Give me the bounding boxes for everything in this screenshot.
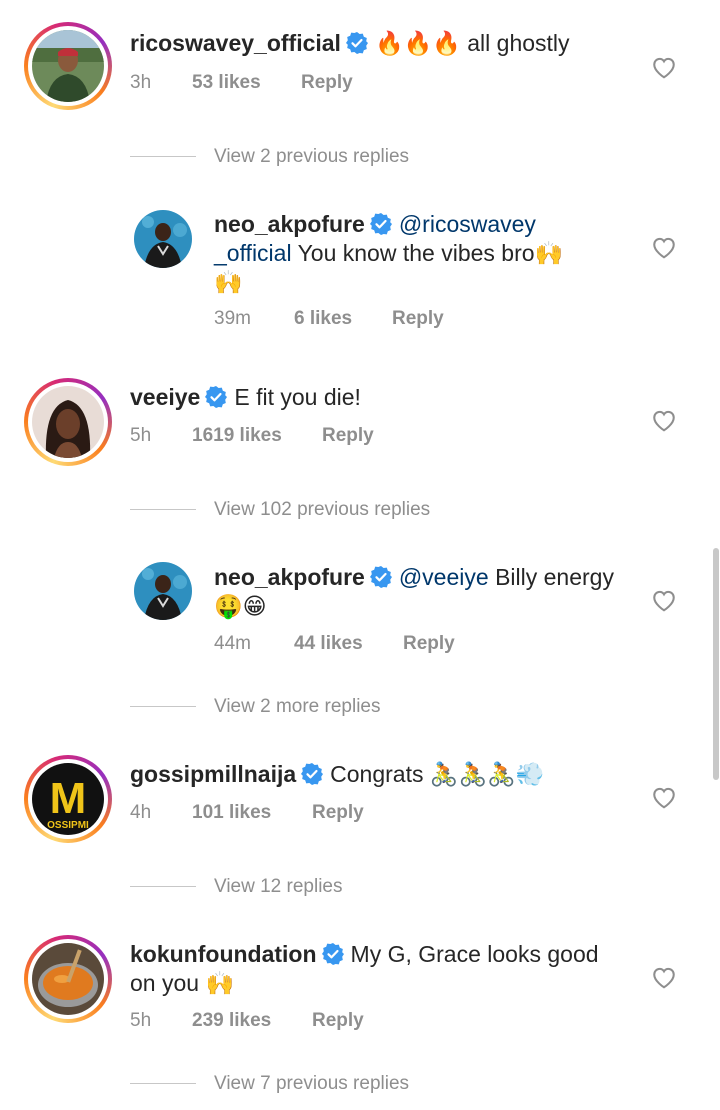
view-replies-link[interactable]: View 2 previous replies <box>130 146 409 168</box>
comment-meta: 4h 101 likes Reply <box>130 802 364 824</box>
heart-icon[interactable] <box>651 588 677 612</box>
reply-body: neo_akpofure @veeiye Billy energy 🤑😁 <box>214 563 634 621</box>
comment-body: gossipmillnaija Congrats 🚴🚴🚴💨 <box>130 760 630 789</box>
divider-line <box>130 886 196 888</box>
verified-badge-icon <box>205 386 228 408</box>
comment-time: 39m <box>214 308 251 329</box>
man-outdoors-avatar-icon <box>32 30 104 102</box>
verified-badge-icon <box>301 763 324 785</box>
heart-icon[interactable] <box>651 785 677 809</box>
divider-line <box>130 509 196 511</box>
view-replies-link[interactable]: View 102 previous replies <box>130 499 430 521</box>
reply-button[interactable]: Reply <box>312 802 364 824</box>
likes-count[interactable]: 239 likes <box>192 1010 312 1032</box>
view-replies-link[interactable]: View 12 replies <box>130 876 343 898</box>
divider-line <box>130 706 196 708</box>
comment-time: 4h <box>130 802 152 823</box>
scrollbar[interactable] <box>713 548 719 780</box>
gossipmill-logo-icon: M OSSIPMI <box>32 763 104 835</box>
reply-button[interactable]: Reply <box>312 1010 364 1032</box>
verified-badge-icon <box>345 32 368 54</box>
logo-text: OSSIPMI <box>47 820 89 831</box>
avatar[interactable] <box>24 935 112 1023</box>
comment-text: 🔥🔥🔥 all ghostly <box>374 30 570 56</box>
likes-count[interactable]: 1619 likes <box>192 425 322 447</box>
woman-avatar-icon <box>32 386 104 458</box>
reply-button[interactable]: Reply <box>322 425 374 447</box>
man-water-avatar-icon[interactable] <box>134 210 192 268</box>
username[interactable]: neo_akpofure <box>214 564 365 590</box>
username[interactable]: kokunfoundation <box>130 941 317 967</box>
likes-count[interactable]: 44 likes <box>294 633 403 655</box>
divider-line <box>130 1083 196 1085</box>
avatar[interactable] <box>24 22 112 110</box>
reply-body: neo_akpofure @ricoswavey _official You kn… <box>214 210 594 297</box>
likes-count[interactable]: 53 likes <box>192 72 301 94</box>
likes-count[interactable]: 6 likes <box>294 308 392 330</box>
man-water-avatar-icon[interactable] <box>134 562 192 620</box>
avatar[interactable]: M OSSIPMI <box>24 755 112 843</box>
view-replies-link[interactable]: View 2 more replies <box>130 696 381 718</box>
heart-icon[interactable] <box>651 235 677 259</box>
likes-count[interactable]: 101 likes <box>192 802 312 824</box>
heart-icon[interactable] <box>651 965 677 989</box>
comment-body: kokunfoundation My G, Grace looks good on… <box>130 940 630 998</box>
verified-badge-icon <box>321 943 344 965</box>
verified-badge-icon <box>369 213 392 235</box>
comment-text: Congrats 🚴🚴🚴💨 <box>330 761 545 787</box>
comment-meta: 44m 44 likes Reply <box>214 633 455 655</box>
username[interactable]: veeiye <box>130 384 200 410</box>
divider-line <box>130 156 196 158</box>
comment-time: 5h <box>130 425 152 446</box>
reply-button[interactable]: Reply <box>301 72 353 94</box>
comment-meta: 3h 53 likes Reply <box>130 72 353 94</box>
comment-meta: 5h 239 likes Reply <box>130 1010 364 1032</box>
reply-button[interactable]: Reply <box>392 308 444 330</box>
heart-icon[interactable] <box>651 408 677 432</box>
reply-button[interactable]: Reply <box>403 633 455 655</box>
view-replies-link[interactable]: View 7 previous replies <box>130 1073 409 1095</box>
comment-text: E fit you die! <box>234 384 361 410</box>
verified-badge-icon <box>369 566 392 588</box>
username[interactable]: ricoswavey_official <box>130 30 341 56</box>
mention-link[interactable]: @veeiye <box>399 564 489 590</box>
username[interactable]: neo_akpofure <box>214 211 365 237</box>
comment-body: veeiye E fit you die! <box>130 383 630 412</box>
comment-time: 44m <box>214 633 251 654</box>
comment-meta: 39m 6 likes Reply <box>214 308 444 330</box>
food-pot-avatar-icon <box>32 943 104 1015</box>
username[interactable]: gossipmillnaija <box>130 761 296 787</box>
comment-time: 3h <box>130 72 152 93</box>
comments-screen: ricoswavey_official 🔥🔥🔥 all ghostly 3h 53 … <box>0 0 720 1110</box>
comment-body: ricoswavey_official 🔥🔥🔥 all ghostly <box>130 29 630 58</box>
logo-letter: M <box>50 774 87 823</box>
avatar[interactable] <box>24 378 112 466</box>
comment-time: 5h <box>130 1010 152 1031</box>
heart-icon[interactable] <box>651 55 677 79</box>
comment-meta: 5h 1619 likes Reply <box>130 425 374 447</box>
